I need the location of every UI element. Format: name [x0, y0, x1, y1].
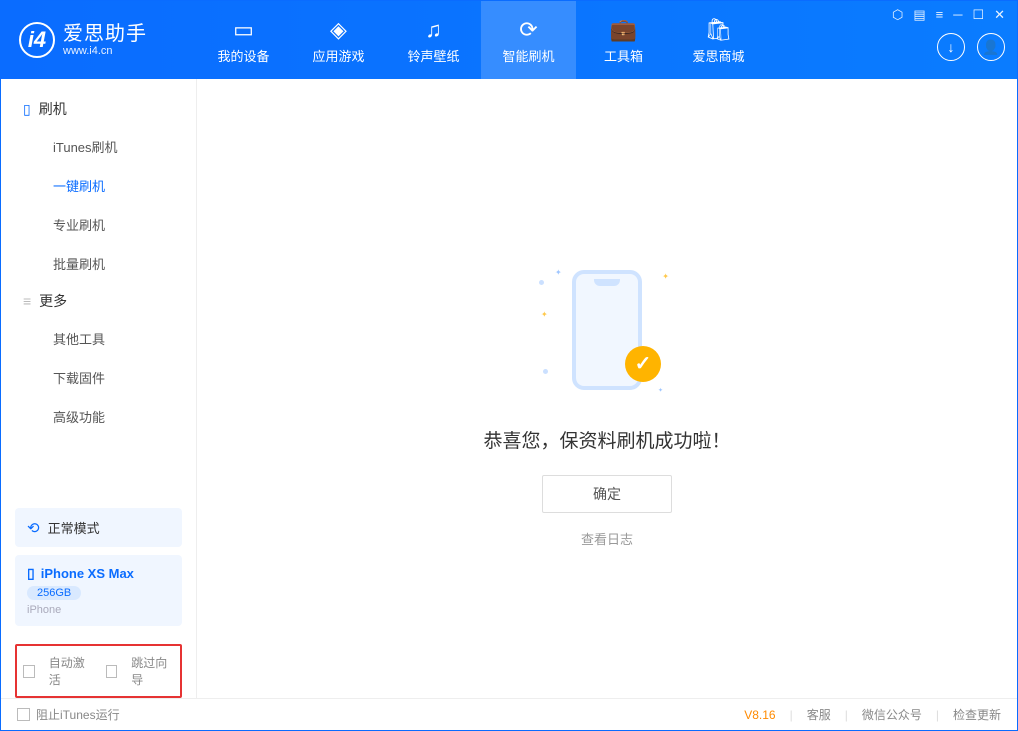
- sidebar-item-itunes-flash[interactable]: iTunes刷机: [1, 127, 196, 166]
- footer-link-support[interactable]: 客服: [807, 706, 831, 723]
- dot-icon: [539, 280, 544, 285]
- device-type: iPhone: [27, 604, 170, 616]
- device-card[interactable]: ▯ iPhone XS Max 256GB iPhone: [15, 555, 182, 626]
- version-label: V8.16: [744, 708, 775, 722]
- success-illustration: ✓ ✦ ✦ ✦ ✦: [537, 260, 677, 400]
- block-itunes-label: 阻止iTunes运行: [36, 706, 120, 723]
- minimize-button[interactable]: ─: [953, 7, 962, 23]
- skip-guide-label: 跳过向导: [131, 654, 174, 688]
- user-button[interactable]: 👤: [977, 33, 1005, 61]
- view-log-link[interactable]: 查看日志: [581, 529, 633, 548]
- phone-small-icon: ▯: [27, 565, 35, 582]
- app-url: www.i4.cn: [63, 45, 147, 57]
- check-badge-icon: ✓: [625, 346, 661, 382]
- device-icon: ▯: [23, 101, 31, 118]
- sparkle-icon: ✦: [658, 387, 663, 394]
- footer-link-wechat[interactable]: 微信公众号: [862, 706, 922, 723]
- skip-guide-checkbox[interactable]: [106, 665, 118, 678]
- window-controls: ⬡ ▤ ≡ ─ ☐ ✕: [892, 7, 1005, 23]
- sidebar-item-other-tools[interactable]: 其他工具: [1, 319, 196, 358]
- sidebar-item-download-firmware[interactable]: 下载固件: [1, 358, 196, 397]
- block-itunes-checkbox[interactable]: [17, 708, 30, 721]
- maximize-button[interactable]: ☐: [972, 7, 984, 23]
- mode-label: 正常模式: [48, 518, 100, 537]
- sidebar-item-oneclick-flash[interactable]: 一键刷机: [1, 166, 196, 205]
- mode-icon: ⟲: [27, 519, 40, 537]
- sidebar: ▯ 刷机 iTunes刷机 一键刷机 专业刷机 批量刷机 ≡ 更多 其他工具 下…: [1, 79, 197, 698]
- logo-block: i4 爱思助手 www.i4.cn: [1, 1, 196, 79]
- header-right: ⬡ ▤ ≡ ─ ☐ ✕ ↓ 👤: [857, 1, 1017, 79]
- list-icon[interactable]: ▤: [913, 7, 925, 23]
- nav-my-device[interactable]: ▭我的设备: [196, 1, 291, 79]
- shirt-icon[interactable]: ⬡: [892, 7, 903, 23]
- nav-smart-flash[interactable]: ⟳智能刷机: [481, 1, 576, 79]
- sparkle-icon: ✦: [555, 268, 562, 277]
- app-name: 爱思助手: [63, 23, 147, 45]
- refresh-icon: ⟳: [519, 16, 537, 44]
- app-header: i4 爱思助手 www.i4.cn ▭我的设备 ◈应用游戏 ♫铃声壁纸 ⟳智能刷…: [1, 1, 1017, 79]
- sidebar-section-more: ≡ 更多: [1, 283, 196, 319]
- logo-icon: i4: [19, 22, 55, 58]
- main-area: ▯ 刷机 iTunes刷机 一键刷机 专业刷机 批量刷机 ≡ 更多 其他工具 下…: [1, 79, 1017, 698]
- close-button[interactable]: ✕: [994, 7, 1005, 23]
- auto-activate-label: 自动激活: [49, 654, 92, 688]
- ok-button[interactable]: 确定: [542, 475, 672, 513]
- nav-ringtone-wallpaper[interactable]: ♫铃声壁纸: [386, 1, 481, 79]
- cube-icon: ◈: [330, 16, 347, 44]
- sparkle-icon: ✦: [541, 310, 548, 319]
- phone-icon: ▭: [233, 16, 254, 44]
- briefcase-icon: 💼: [610, 16, 637, 44]
- download-button[interactable]: ↓: [937, 33, 965, 61]
- sparkle-icon: ✦: [662, 272, 669, 281]
- bag-icon: 🛍: [705, 16, 733, 44]
- sidebar-item-pro-flash[interactable]: 专业刷机: [1, 205, 196, 244]
- footer-link-update[interactable]: 检查更新: [953, 706, 1001, 723]
- mode-card[interactable]: ⟲ 正常模式: [15, 508, 182, 547]
- nav-tabs: ▭我的设备 ◈应用游戏 ♫铃声壁纸 ⟳智能刷机 💼工具箱 🛍爱思商城: [196, 1, 857, 79]
- sidebar-section-flash: ▯ 刷机: [1, 91, 196, 127]
- footer: 阻止iTunes运行 V8.16 | 客服 | 微信公众号 | 检查更新: [1, 698, 1017, 730]
- nav-toolbox[interactable]: 💼工具箱: [576, 1, 671, 79]
- dot-icon: [543, 369, 548, 374]
- auto-activate-checkbox[interactable]: [23, 665, 35, 678]
- nav-apps-games[interactable]: ◈应用游戏: [291, 1, 386, 79]
- sidebar-item-advanced[interactable]: 高级功能: [1, 397, 196, 436]
- success-message: 恭喜您，保资料刷机成功啦！: [483, 426, 730, 453]
- sidebar-item-batch-flash[interactable]: 批量刷机: [1, 244, 196, 283]
- music-icon: ♫: [425, 16, 442, 44]
- content-area: ✓ ✦ ✦ ✦ ✦ 恭喜您，保资料刷机成功啦！ 确定 查看日志: [197, 79, 1017, 698]
- device-storage: 256GB: [27, 586, 81, 600]
- device-name: iPhone XS Max: [41, 566, 134, 581]
- menu-icon[interactable]: ≡: [936, 7, 944, 23]
- more-icon: ≡: [23, 293, 31, 309]
- highlighted-checkbox-row: 自动激活 跳过向导: [15, 644, 182, 698]
- nav-store[interactable]: 🛍爱思商城: [671, 1, 766, 79]
